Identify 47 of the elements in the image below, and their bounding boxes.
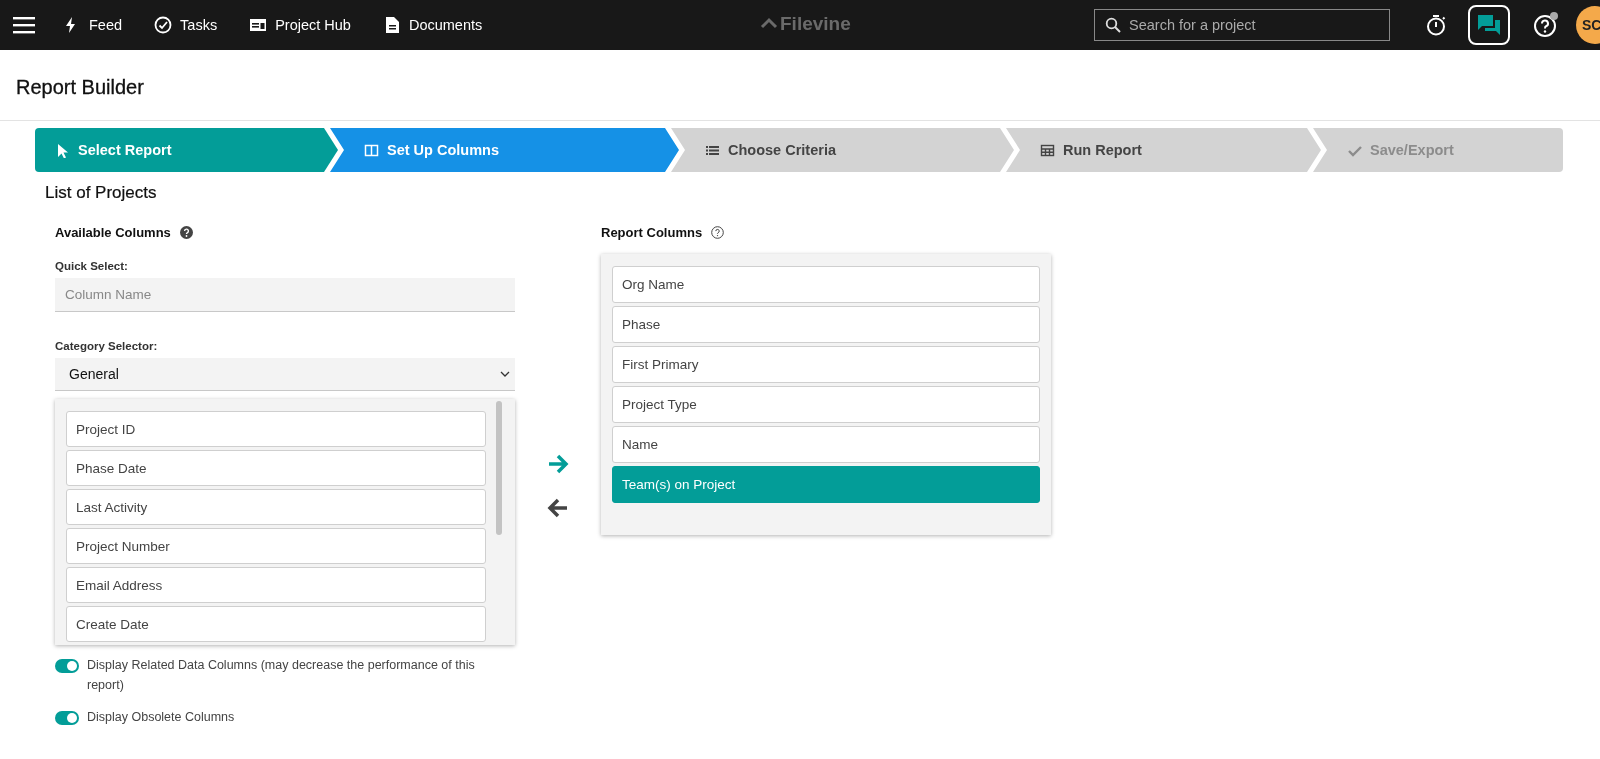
search-field[interactable]: Search for a project xyxy=(1094,9,1390,41)
column-item[interactable]: Project Number xyxy=(66,528,486,564)
column-item[interactable]: Project ID xyxy=(66,411,486,447)
column-item[interactable]: Last Activity xyxy=(66,489,486,525)
help-icon[interactable] xyxy=(1532,11,1560,39)
column-item[interactable]: Org Name xyxy=(612,266,1040,303)
scrollbar[interactable] xyxy=(496,401,502,535)
nav-link[interactable]: Feed xyxy=(63,16,123,34)
cursor-icon xyxy=(55,142,70,158)
table-icon xyxy=(1040,142,1055,158)
toggle-switch[interactable] xyxy=(55,711,79,725)
left-arrow-icon[interactable] xyxy=(547,497,569,519)
column-item[interactable]: Create Date xyxy=(66,606,486,642)
chat-button[interactable] xyxy=(1468,5,1510,45)
help-icon[interactable] xyxy=(711,226,725,239)
right-arrow-icon[interactable] xyxy=(547,453,569,475)
panel-icon xyxy=(249,16,268,34)
help-icon[interactable] xyxy=(179,226,193,239)
column-item[interactable]: Email Address xyxy=(66,567,486,603)
check-circle-icon xyxy=(154,16,173,34)
menu-icon[interactable] xyxy=(13,16,35,34)
column-item[interactable]: Phase Date xyxy=(66,450,486,486)
nav-link[interactable]: Project Hub xyxy=(249,16,351,34)
search-icon xyxy=(1105,17,1121,33)
section-title: List of Projects xyxy=(45,183,158,203)
nav-link[interactable]: Tasks xyxy=(154,16,218,34)
panel-title: Report Columns xyxy=(601,225,703,240)
column-item[interactable]: Name xyxy=(612,426,1040,463)
panel-title: Available Columns xyxy=(55,225,171,240)
toggle-label: Display Obsolete Columns xyxy=(87,709,236,726)
field-label: Quick Select: xyxy=(55,260,129,272)
nav-link[interactable]: Documents xyxy=(382,16,483,34)
column-item[interactable]: First Primary xyxy=(612,346,1040,383)
columns-icon xyxy=(364,142,379,158)
stopwatch-icon[interactable] xyxy=(1424,13,1448,37)
toggle-switch[interactable] xyxy=(55,659,79,673)
wizard-step[interactable]: Choose Criteria xyxy=(671,128,1014,172)
chat-icon xyxy=(1477,14,1501,36)
quick-select-field[interactable]: Column Name xyxy=(55,278,515,312)
column-item[interactable]: Project Type xyxy=(612,386,1040,423)
column-item[interactable]: Phase xyxy=(612,306,1040,343)
category-dropdown[interactable]: General xyxy=(55,358,515,391)
logo: Filevine xyxy=(760,13,851,35)
toggle-label: Display Related Data Columns (may decrease the performance of this report) xyxy=(87,657,476,694)
page-title: Report Builder xyxy=(0,50,1600,121)
wizard-step[interactable]: Run Report xyxy=(1006,128,1321,172)
field-label: Category Selector: xyxy=(55,340,159,352)
